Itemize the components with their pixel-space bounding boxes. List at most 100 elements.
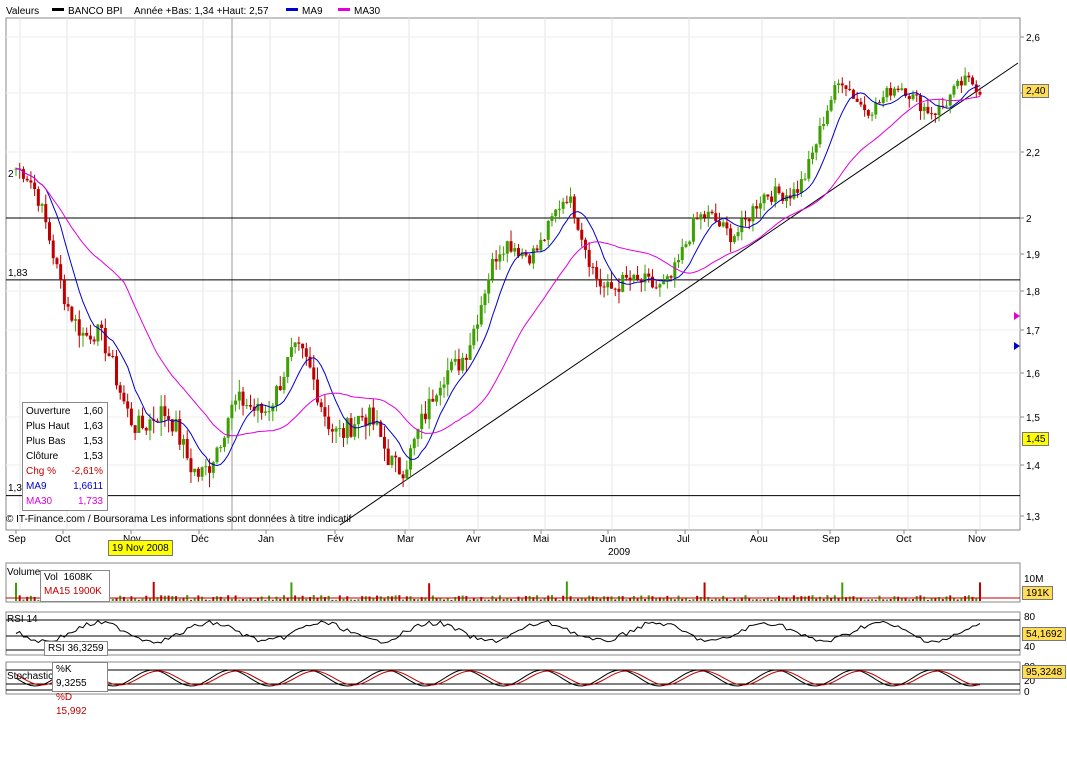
candle-body: [967, 75, 971, 78]
candle-body: [427, 398, 431, 420]
candle-body: [85, 332, 89, 336]
candle-body: [937, 105, 941, 116]
month-label: Jan: [258, 534, 274, 545]
volume-bar: [483, 599, 486, 601]
volume-bar: [908, 599, 911, 601]
candle-body: [576, 218, 580, 230]
candle-body: [591, 266, 595, 268]
candle-body: [770, 196, 774, 202]
candle-body: [855, 98, 859, 102]
stoch-k-label: %K 9,3255: [56, 664, 87, 689]
candle-body: [669, 276, 673, 278]
stoch-d-label: %D 15,992: [56, 692, 87, 717]
candle-body: [758, 203, 762, 209]
tooltip-row-high: Plus Haut 1,63: [26, 421, 103, 432]
volume-bar: [815, 598, 818, 601]
volume-bar: [439, 598, 442, 601]
candle-body: [777, 186, 781, 194]
volume-bar: [964, 596, 967, 601]
candle-body: [330, 429, 334, 432]
volume-bar: [137, 599, 140, 601]
candle-body: [304, 348, 308, 357]
volume-bar: [804, 596, 807, 601]
volume-bar: [632, 596, 635, 601]
price-panel: [5, 17, 1021, 531]
volume-bar: [487, 599, 490, 601]
candle-body: [21, 169, 25, 179]
candle-body: [628, 277, 632, 281]
volume-bar: [662, 598, 665, 601]
volume-bar: [733, 598, 736, 601]
volume-bar: [569, 596, 572, 601]
ma30-marker: [1014, 312, 1020, 320]
candle-body: [133, 425, 137, 433]
candle-body: [729, 228, 733, 243]
candle-body: [907, 96, 911, 100]
legend-swatch-ma9: [286, 8, 298, 11]
candle-body: [956, 80, 960, 87]
candle-body: [892, 88, 896, 96]
volume-bar: [737, 599, 740, 601]
volume-bar: [178, 598, 181, 601]
candle-body: [289, 347, 293, 357]
stoch-panel: [5, 661, 1021, 695]
volume-bar: [818, 596, 821, 601]
candle-body: [773, 186, 777, 202]
candle-body: [505, 241, 509, 254]
volume-bar: [867, 599, 870, 601]
candle-body: [580, 229, 584, 240]
volume-bar: [111, 598, 114, 601]
volume-bar: [848, 596, 851, 601]
volume-bar: [711, 599, 714, 601]
volume-bar: [912, 599, 915, 601]
candle-body: [263, 411, 267, 413]
legend-range: Année +Bas: 1,34 +Haut: 2,57: [134, 6, 269, 17]
candle-body: [792, 189, 796, 199]
volume-bar: [822, 598, 825, 601]
volume-bar: [800, 596, 803, 601]
candle-body: [167, 416, 171, 420]
candle-body: [595, 267, 599, 279]
candle-body: [483, 293, 487, 306]
trend-line: [339, 62, 1019, 526]
volume-bar: [644, 599, 647, 601]
volume-bar: [956, 599, 959, 601]
volume-panel: [5, 562, 1021, 603]
candle-body: [922, 106, 926, 112]
candle-body: [297, 342, 301, 344]
candle-body: [338, 428, 342, 430]
price-current-tag: 2,40: [1022, 84, 1050, 98]
volume-bar: [863, 599, 866, 601]
volume-bar: [629, 598, 632, 601]
candle-body: [766, 194, 770, 197]
legend-ma9: MA9: [302, 6, 323, 17]
candle-body: [900, 88, 904, 91]
volume-bar: [390, 596, 393, 601]
candle-body: [543, 239, 547, 241]
month-label: Oct: [896, 534, 912, 545]
candle-body: [33, 182, 37, 190]
volume-bar: [573, 599, 576, 601]
candle-body: [278, 386, 282, 390]
price-tick-label: 1,8: [1026, 287, 1040, 298]
candle-body: [755, 206, 759, 209]
volume-bar: [256, 598, 259, 601]
volume-bar: [923, 596, 926, 601]
volume-bar: [223, 599, 226, 601]
volume-bar: [614, 599, 617, 601]
stoch-current-tag: 95,3248: [1022, 665, 1067, 679]
month-label: Sep: [8, 534, 26, 545]
candle-body: [695, 217, 699, 220]
candle-body: [386, 448, 390, 466]
stoch-title: Stochastic: [7, 671, 53, 682]
candle-body: [148, 419, 152, 431]
candle-body: [747, 218, 751, 222]
month-label: Sep: [822, 534, 840, 545]
month-label: Oct: [55, 534, 71, 545]
volume-bar: [558, 599, 561, 601]
volume-current-tag: 191K: [1022, 586, 1054, 600]
candle-body: [137, 415, 141, 433]
volume-bar: [372, 598, 375, 601]
candle-body: [248, 405, 252, 407]
candle-body: [464, 357, 468, 360]
